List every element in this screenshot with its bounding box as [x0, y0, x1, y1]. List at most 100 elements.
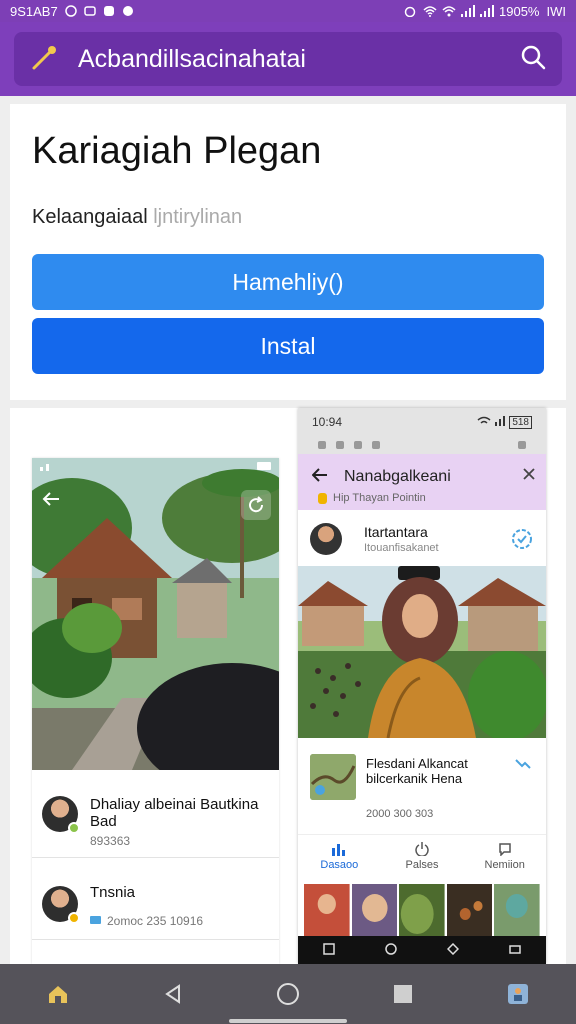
tab-bar: Dasaoo Palses Nemiion [298, 834, 546, 878]
app-bar-inner: Acbandillsacinahatai [14, 32, 562, 86]
chip-icon [354, 441, 362, 449]
screenshot-header-subtitle: Hip Thayan Pointin [318, 492, 426, 504]
back-triangle-icon[interactable] [153, 974, 193, 1014]
wifi-icon-2 [442, 5, 456, 17]
screenshot-header-subtitle-text: Hip Thayan Pointin [333, 492, 426, 504]
home-icon[interactable] [38, 974, 78, 1014]
tab-label: Dasaoo [320, 859, 359, 871]
profile-row[interactable]: Itartantara Itouanfisakanet [298, 510, 546, 568]
screenshot-battery: 518 [509, 415, 532, 429]
app-bar-title: Acbandillsacinahatai [78, 44, 306, 73]
list-item[interactable]: Flesdani Alkancat bilcerkanik Hena 2000 … [298, 746, 546, 830]
list-item-meta-text: 2omoc 235 10916 [107, 914, 204, 928]
screenshot-status-bar: 10:94 518 [298, 408, 546, 436]
tab-label: Palses [405, 859, 439, 871]
tab-label: Nemiion [484, 859, 525, 871]
screenshot-header: Nanabgalkeani Hip Thayan Pointin [298, 454, 546, 510]
wand-icon[interactable] [30, 42, 60, 77]
chat-bubble-icon [498, 843, 511, 856]
power-icon [415, 842, 429, 856]
thumbnail-image [351, 884, 398, 936]
install-button[interactable]: Instal [32, 318, 544, 374]
message-icon [83, 5, 96, 17]
gallery-screenshot-1[interactable]: Dhaliay albeinai Bautkina Bad 893363 Tns… [32, 458, 279, 964]
notification-chips [298, 436, 546, 454]
alarm-icon [404, 5, 416, 18]
app-title: Kariagiah Plegan [32, 130, 322, 172]
system-nav-bar [0, 964, 576, 1024]
chip-icon [372, 441, 380, 449]
online-status-dot [68, 912, 80, 924]
back-icon [509, 943, 521, 958]
app-shortcut-icon[interactable] [498, 974, 538, 1014]
verified-badge-icon [510, 527, 534, 556]
home-circle-icon[interactable] [268, 974, 308, 1014]
gesture-handle[interactable] [229, 1019, 347, 1023]
avatar [42, 886, 80, 924]
tab-palses[interactable]: Palses [381, 835, 464, 878]
video-icon [90, 914, 101, 928]
list-item-meta: 2000 300 303 [366, 808, 433, 820]
list-item-title: Flesdani Alkancat bilcerkanik Hena [366, 756, 468, 786]
recent-apps-icon [323, 942, 335, 958]
chip-icon [518, 441, 526, 449]
carrier-label: IWI [546, 3, 567, 19]
list-item[interactable]: Tnsnia 2omoc 235 10916 [32, 858, 279, 940]
coin-icon [318, 492, 327, 504]
close-icon[interactable] [522, 466, 536, 486]
screenshot-status-bar [32, 458, 279, 478]
tab-nemiion[interactable]: Nemiion [463, 835, 546, 878]
screenshot-nav-bar [298, 936, 546, 964]
list-item-title: Dhaliay albeinai Bautkina Bad [90, 796, 259, 830]
back-arrow-icon[interactable] [42, 492, 60, 511]
app-subtitle: Kelaangaiaal ljntirylinan [32, 206, 242, 229]
wifi-icon [477, 415, 491, 429]
gallery-screenshot-2[interactable]: 10:94 518 Nanabgalkeani Hip Thayan Point… [298, 408, 546, 964]
app-bar: Acbandillsacinahatai [0, 22, 576, 96]
thumbnail-image [304, 884, 350, 936]
profile-name: Itartantara [364, 524, 428, 540]
battery-icon [243, 461, 273, 475]
whatsapp-icon [64, 5, 77, 17]
home-circle-icon [385, 942, 397, 958]
list-item[interactable]: Dhaliay albeinai Bautkina Bad 893363 [32, 776, 279, 858]
status-bar: 9S1AB7 1905% IWI [0, 0, 576, 22]
woman-photo [298, 566, 546, 738]
search-icon[interactable] [520, 44, 546, 75]
list-item-meta: 893363 [90, 834, 131, 848]
assistant-icon [446, 942, 460, 958]
thumbnail-image [446, 884, 493, 936]
list-item-meta: 2omoc 235 10916 [90, 914, 203, 928]
signal-icon [461, 5, 476, 17]
app-info-card: Kariagiah Plegan Kelaangaiaal ljntirylin… [10, 104, 566, 400]
chip-icon [336, 441, 344, 449]
signal-icon-2 [480, 5, 495, 17]
battery-percent: 1905% [499, 3, 540, 19]
primary-action-button[interactable]: Hamehliy() [32, 254, 544, 310]
avatar [42, 796, 80, 834]
list-item-title: Tnsnia [90, 884, 136, 901]
back-arrow-icon[interactable] [311, 466, 328, 487]
avatar [310, 523, 342, 555]
wifi-icon [423, 5, 437, 17]
online-status-dot [68, 822, 80, 834]
tab-dasaoo[interactable]: Dasaoo [298, 835, 381, 878]
recent-apps-icon[interactable] [383, 974, 423, 1014]
bar-chart-icon [332, 844, 346, 856]
thumbnail-image [494, 884, 540, 936]
thumbnail-strip[interactable] [304, 884, 540, 936]
signal-icon [38, 461, 68, 475]
screenshot-time: 10:94 [312, 415, 343, 429]
chat-icon [103, 5, 115, 17]
map-thumbnail [310, 754, 356, 800]
screenshot-header-title: Nanabgalkeani [344, 468, 451, 485]
profile-handle: Itouanfisakanet [364, 542, 439, 554]
chip-icon [318, 441, 326, 449]
refresh-icon[interactable] [241, 490, 271, 520]
thumbnail-image [399, 884, 445, 936]
app-category: ljntirylinan [153, 206, 243, 228]
app-developer: Kelaangaiaal [32, 206, 148, 228]
list-item-meta-text: 2000 300 303 [366, 808, 434, 820]
trend-icon [514, 756, 532, 777]
status-time: 9S1AB7 [10, 3, 58, 19]
